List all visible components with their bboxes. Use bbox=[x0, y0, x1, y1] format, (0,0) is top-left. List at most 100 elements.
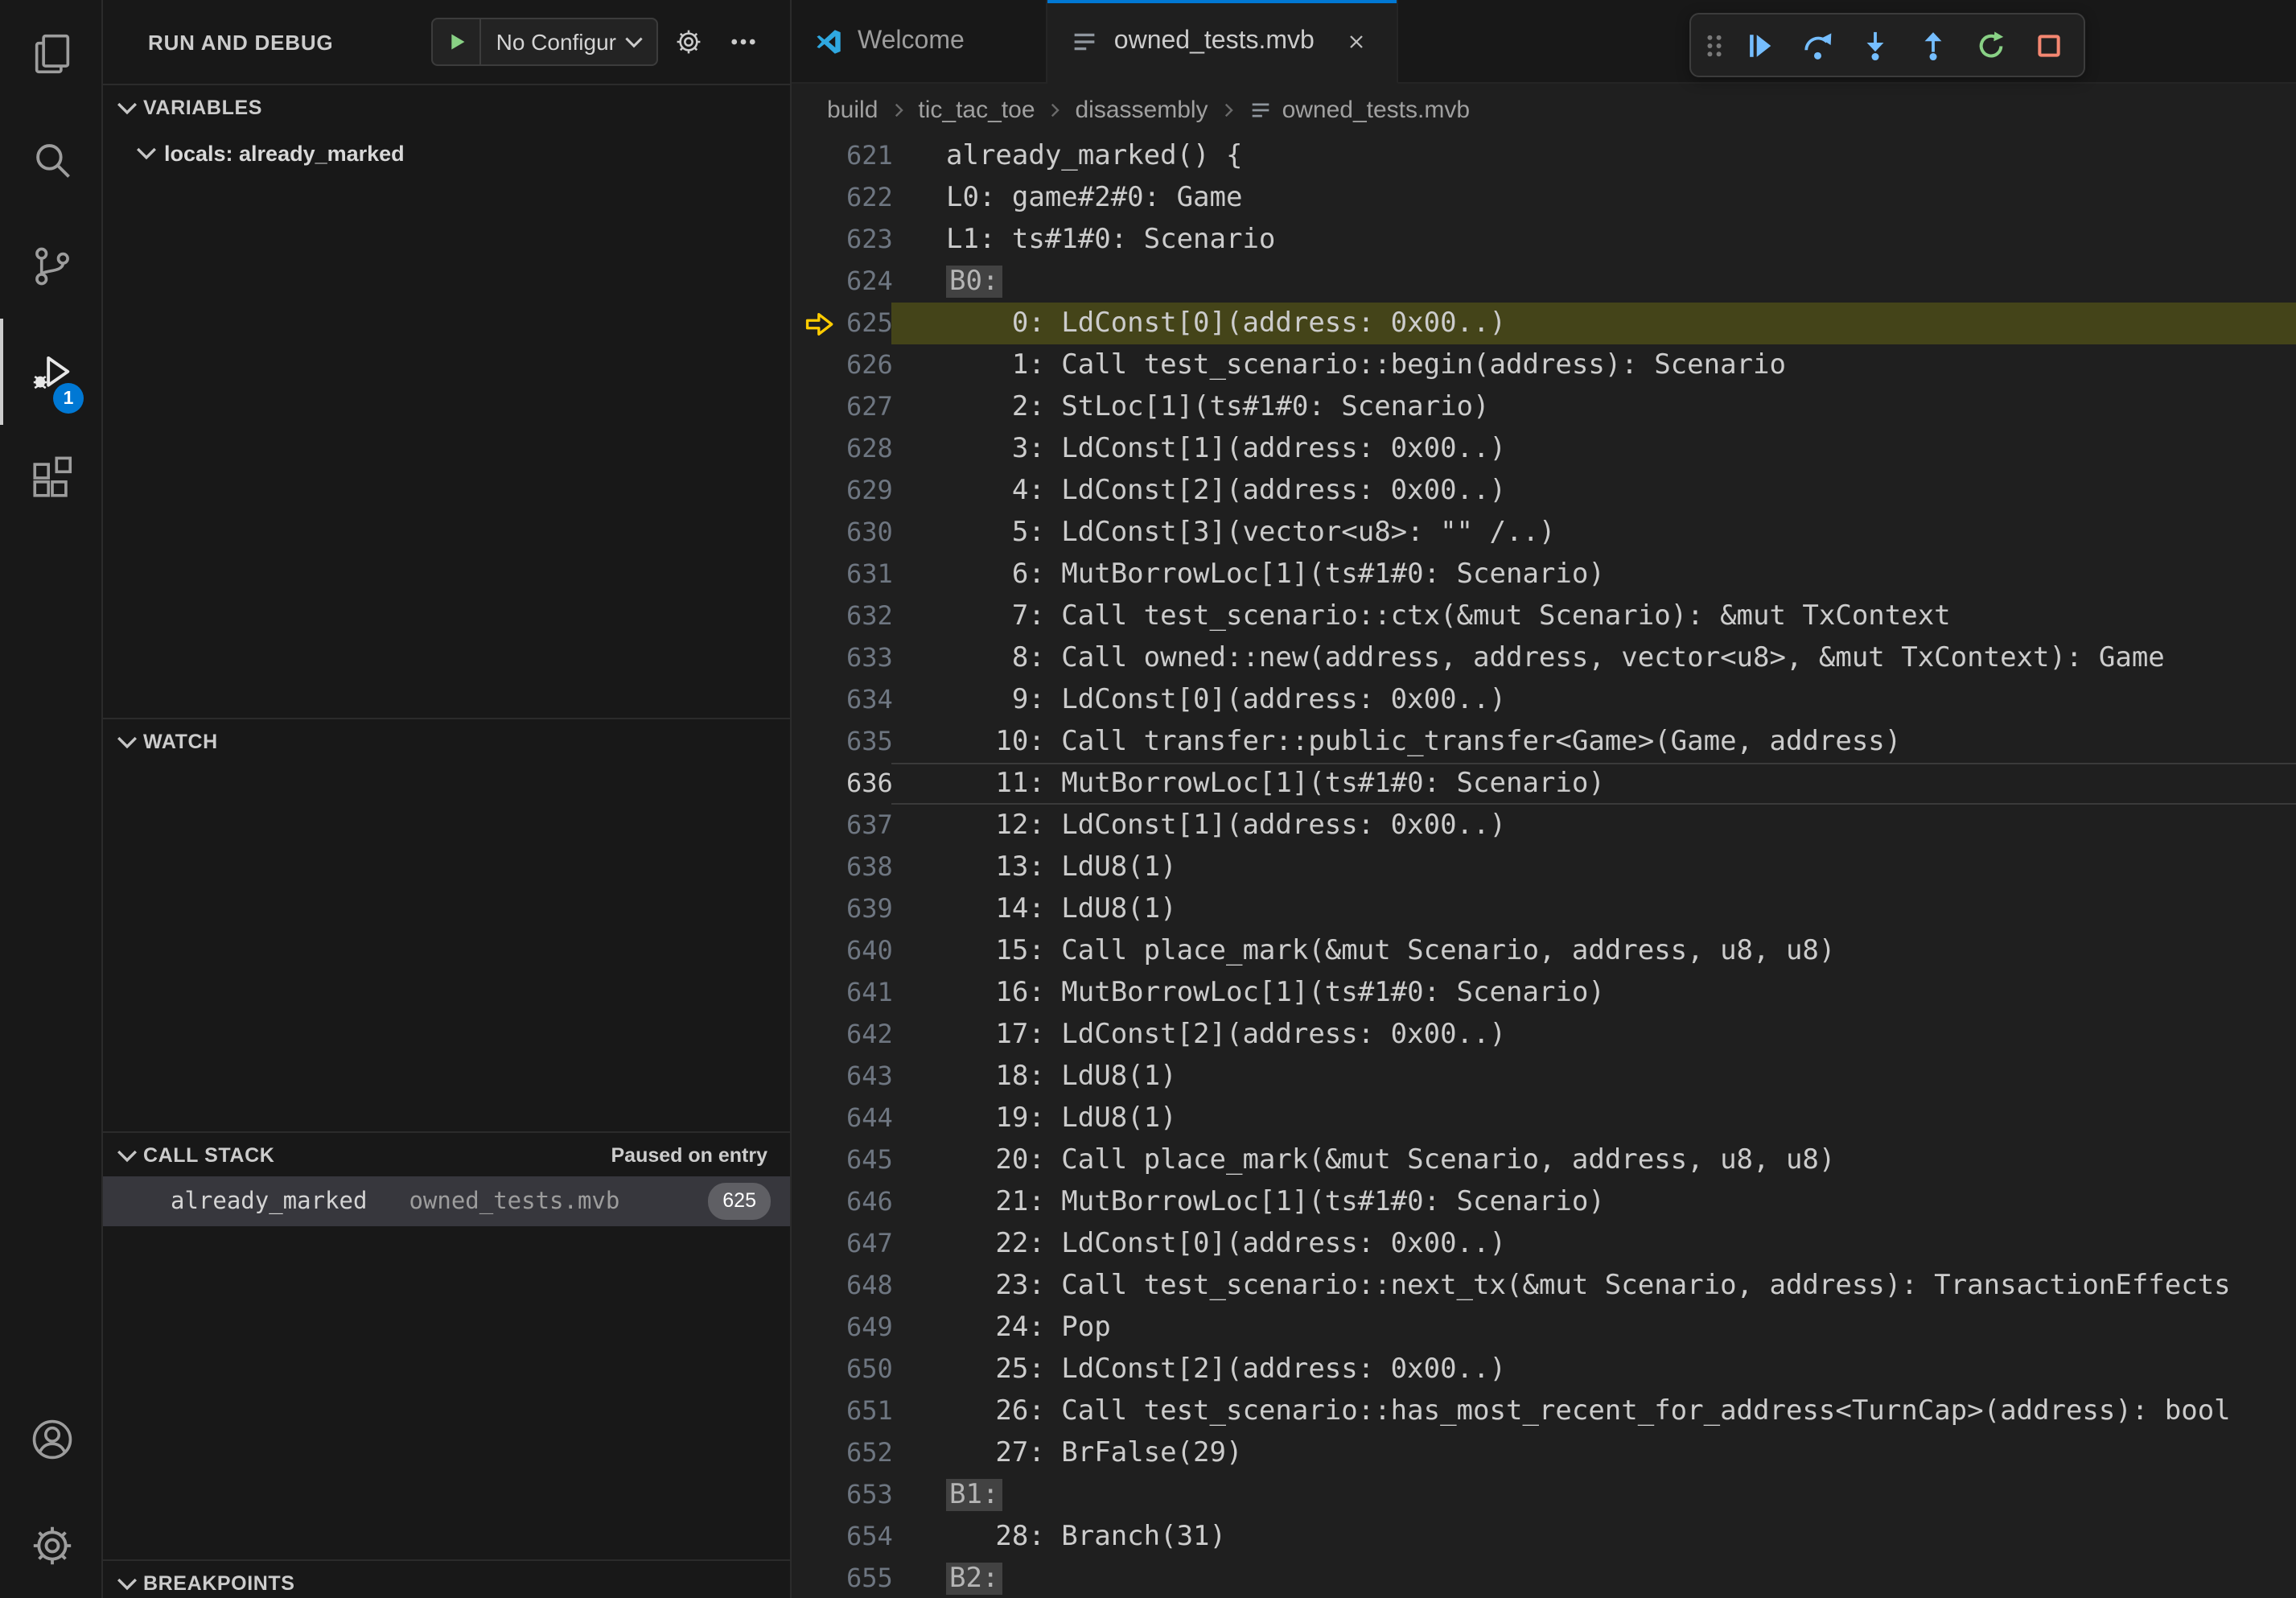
activity-item-source-control[interactable] bbox=[0, 212, 101, 319]
chevron-down-icon[interactable] bbox=[113, 1140, 142, 1169]
gutter-glyph-margin[interactable] bbox=[792, 261, 846, 303]
code-line[interactable]: 652 27: BrFalse(29) bbox=[792, 1432, 2296, 1474]
line-text[interactable]: L1: ts#1#0: Scenario bbox=[891, 219, 2296, 261]
line-number[interactable]: 645 bbox=[846, 1139, 891, 1181]
code-line[interactable]: 635 10: Call transfer::public_transfer<G… bbox=[792, 721, 2296, 763]
line-text[interactable]: 20: Call place_mark(&mut Scenario, addre… bbox=[891, 1139, 2296, 1181]
line-text[interactable]: 28: Branch(31) bbox=[891, 1516, 2296, 1558]
line-number[interactable]: 628 bbox=[846, 428, 891, 470]
line-text[interactable]: 4: LdConst[2](address: 0x00..) bbox=[891, 470, 2296, 512]
line-number[interactable]: 629 bbox=[846, 470, 891, 512]
line-number[interactable]: 633 bbox=[846, 637, 891, 679]
line-text[interactable]: B0: bbox=[891, 261, 2296, 303]
line-text[interactable]: 17: LdConst[2](address: 0x00..) bbox=[891, 1014, 2296, 1056]
code-line[interactable]: 640 15: Call place_mark(&mut Scenario, a… bbox=[792, 930, 2296, 972]
line-text[interactable]: 21: MutBorrowLoc[1](ts#1#0: Scenario) bbox=[891, 1181, 2296, 1223]
breakpoints-pane-header[interactable]: BREAKPOINTS bbox=[103, 1561, 790, 1598]
chevron-down-icon[interactable] bbox=[113, 727, 142, 756]
line-number[interactable]: 648 bbox=[846, 1265, 891, 1307]
gutter-glyph-margin[interactable] bbox=[792, 1432, 846, 1474]
gutter-glyph-margin[interactable] bbox=[792, 1349, 846, 1390]
line-text[interactable]: 1: Call test_scenario::begin(address): S… bbox=[891, 344, 2296, 386]
line-number[interactable]: 636 bbox=[846, 763, 891, 805]
line-number[interactable]: 637 bbox=[846, 805, 891, 846]
gutter-glyph-margin[interactable] bbox=[792, 1265, 846, 1307]
breadcrumb-item[interactable]: tic_tac_toe bbox=[918, 96, 1035, 123]
breadcrumb-item[interactable]: disassembly bbox=[1076, 96, 1208, 123]
gutter-glyph-margin[interactable] bbox=[792, 177, 846, 219]
code-line[interactable]: 632 7: Call test_scenario::ctx(&mut Scen… bbox=[792, 595, 2296, 637]
watch-pane-header[interactable]: WATCH bbox=[103, 719, 790, 763]
gutter-glyph-margin[interactable] bbox=[792, 721, 846, 763]
line-text[interactable]: 10: Call transfer::public_transfer<Game>… bbox=[891, 721, 2296, 763]
line-number[interactable]: 622 bbox=[846, 177, 891, 219]
gutter-glyph-margin[interactable] bbox=[792, 135, 846, 177]
variables-scope-row[interactable]: locals: already_marked bbox=[103, 129, 790, 177]
line-text[interactable]: 8: Call owned::new(address, address, vec… bbox=[891, 637, 2296, 679]
gutter-glyph-margin[interactable] bbox=[792, 1558, 846, 1598]
line-number[interactable]: 641 bbox=[846, 972, 891, 1014]
activity-item-settings[interactable] bbox=[0, 1492, 101, 1598]
line-number[interactable]: 640 bbox=[846, 930, 891, 972]
toolbar-drag-handle[interactable] bbox=[1699, 24, 1728, 66]
line-number[interactable]: 624 bbox=[846, 261, 891, 303]
continue-button[interactable] bbox=[1731, 19, 1786, 71]
line-number[interactable]: 621 bbox=[846, 135, 891, 177]
line-number[interactable]: 623 bbox=[846, 219, 891, 261]
chevron-down-icon[interactable] bbox=[113, 1568, 142, 1597]
code-line[interactable]: 633 8: Call owned::new(address, address,… bbox=[792, 637, 2296, 679]
line-text[interactable]: 12: LdConst[1](address: 0x00..) bbox=[891, 805, 2296, 846]
restart-button[interactable] bbox=[1963, 19, 2018, 71]
line-text[interactable]: L0: game#2#0: Game bbox=[891, 177, 2296, 219]
more-actions-button[interactable] bbox=[719, 18, 767, 66]
gutter-glyph-margin[interactable] bbox=[792, 1014, 846, 1056]
code-line[interactable]: 639 14: LdU8(1) bbox=[792, 888, 2296, 930]
gutter-glyph-margin[interactable] bbox=[792, 595, 846, 637]
line-number[interactable]: 651 bbox=[846, 1390, 891, 1432]
code-line[interactable]: 624B0: bbox=[792, 261, 2296, 303]
activity-item-account[interactable] bbox=[0, 1386, 101, 1492]
code-line[interactable]: 645 20: Call place_mark(&mut Scenario, a… bbox=[792, 1139, 2296, 1181]
line-text[interactable]: 0: LdConst[0](address: 0x00..) bbox=[891, 303, 2296, 344]
code-line[interactable]: 653B1: bbox=[792, 1474, 2296, 1516]
code-line[interactable]: 631 6: MutBorrowLoc[1](ts#1#0: Scenario) bbox=[792, 554, 2296, 595]
breadcrumb-item[interactable]: build bbox=[827, 96, 878, 123]
line-number[interactable]: 625 bbox=[846, 303, 891, 344]
code-line[interactable]: 634 9: LdConst[0](address: 0x00..) bbox=[792, 679, 2296, 721]
gutter-glyph-margin[interactable] bbox=[792, 1181, 846, 1223]
line-number[interactable]: 638 bbox=[846, 846, 891, 888]
gutter-glyph-margin[interactable] bbox=[792, 930, 846, 972]
activity-item-extensions[interactable] bbox=[0, 425, 101, 531]
gutter-glyph-margin[interactable] bbox=[792, 1307, 846, 1349]
variables-pane-header[interactable]: VARIABLES bbox=[103, 85, 790, 129]
gutter-glyph-margin[interactable] bbox=[792, 1390, 846, 1432]
gutter-glyph-margin[interactable] bbox=[792, 512, 846, 554]
line-text[interactable]: 16: MutBorrowLoc[1](ts#1#0: Scenario) bbox=[891, 972, 2296, 1014]
stop-button[interactable] bbox=[2021, 19, 2076, 71]
tab-owned-tests-mvb[interactable]: owned_tests.mvb bbox=[1048, 0, 1398, 84]
line-number[interactable]: 652 bbox=[846, 1432, 891, 1474]
gutter-glyph-margin[interactable] bbox=[792, 428, 846, 470]
gutter-glyph-margin[interactable] bbox=[792, 470, 846, 512]
gutter-glyph-margin[interactable] bbox=[792, 1223, 846, 1265]
line-text[interactable]: 11: MutBorrowLoc[1](ts#1#0: Scenario) bbox=[891, 763, 2296, 805]
gutter-glyph-margin[interactable] bbox=[792, 846, 846, 888]
line-number[interactable]: 654 bbox=[846, 1516, 891, 1558]
code-line[interactable]: 646 21: MutBorrowLoc[1](ts#1#0: Scenario… bbox=[792, 1181, 2296, 1223]
gutter-glyph-margin[interactable] bbox=[792, 386, 846, 428]
gutter-glyph-margin[interactable] bbox=[792, 679, 846, 721]
code-line[interactable]: 622L0: game#2#0: Game bbox=[792, 177, 2296, 219]
code-line[interactable]: 655B2: bbox=[792, 1558, 2296, 1598]
code-line[interactable]: 647 22: LdConst[0](address: 0x00..) bbox=[792, 1223, 2296, 1265]
line-text[interactable]: B1: bbox=[891, 1474, 2296, 1516]
debug-gear-button[interactable] bbox=[665, 18, 713, 66]
tab-welcome[interactable]: Welcome bbox=[792, 0, 1048, 82]
line-number[interactable]: 643 bbox=[846, 1056, 891, 1098]
line-text[interactable]: 24: Pop bbox=[891, 1307, 2296, 1349]
line-number[interactable]: 631 bbox=[846, 554, 891, 595]
line-text[interactable]: 2: StLoc[1](ts#1#0: Scenario) bbox=[891, 386, 2296, 428]
line-text[interactable]: 19: LdU8(1) bbox=[891, 1098, 2296, 1139]
code-line[interactable]: 638 13: LdU8(1) bbox=[792, 846, 2296, 888]
code-line[interactable]: 648 23: Call test_scenario::next_tx(&mut… bbox=[792, 1265, 2296, 1307]
call-stack-frame[interactable]: already_markedowned_tests.mvb625 bbox=[103, 1176, 790, 1226]
